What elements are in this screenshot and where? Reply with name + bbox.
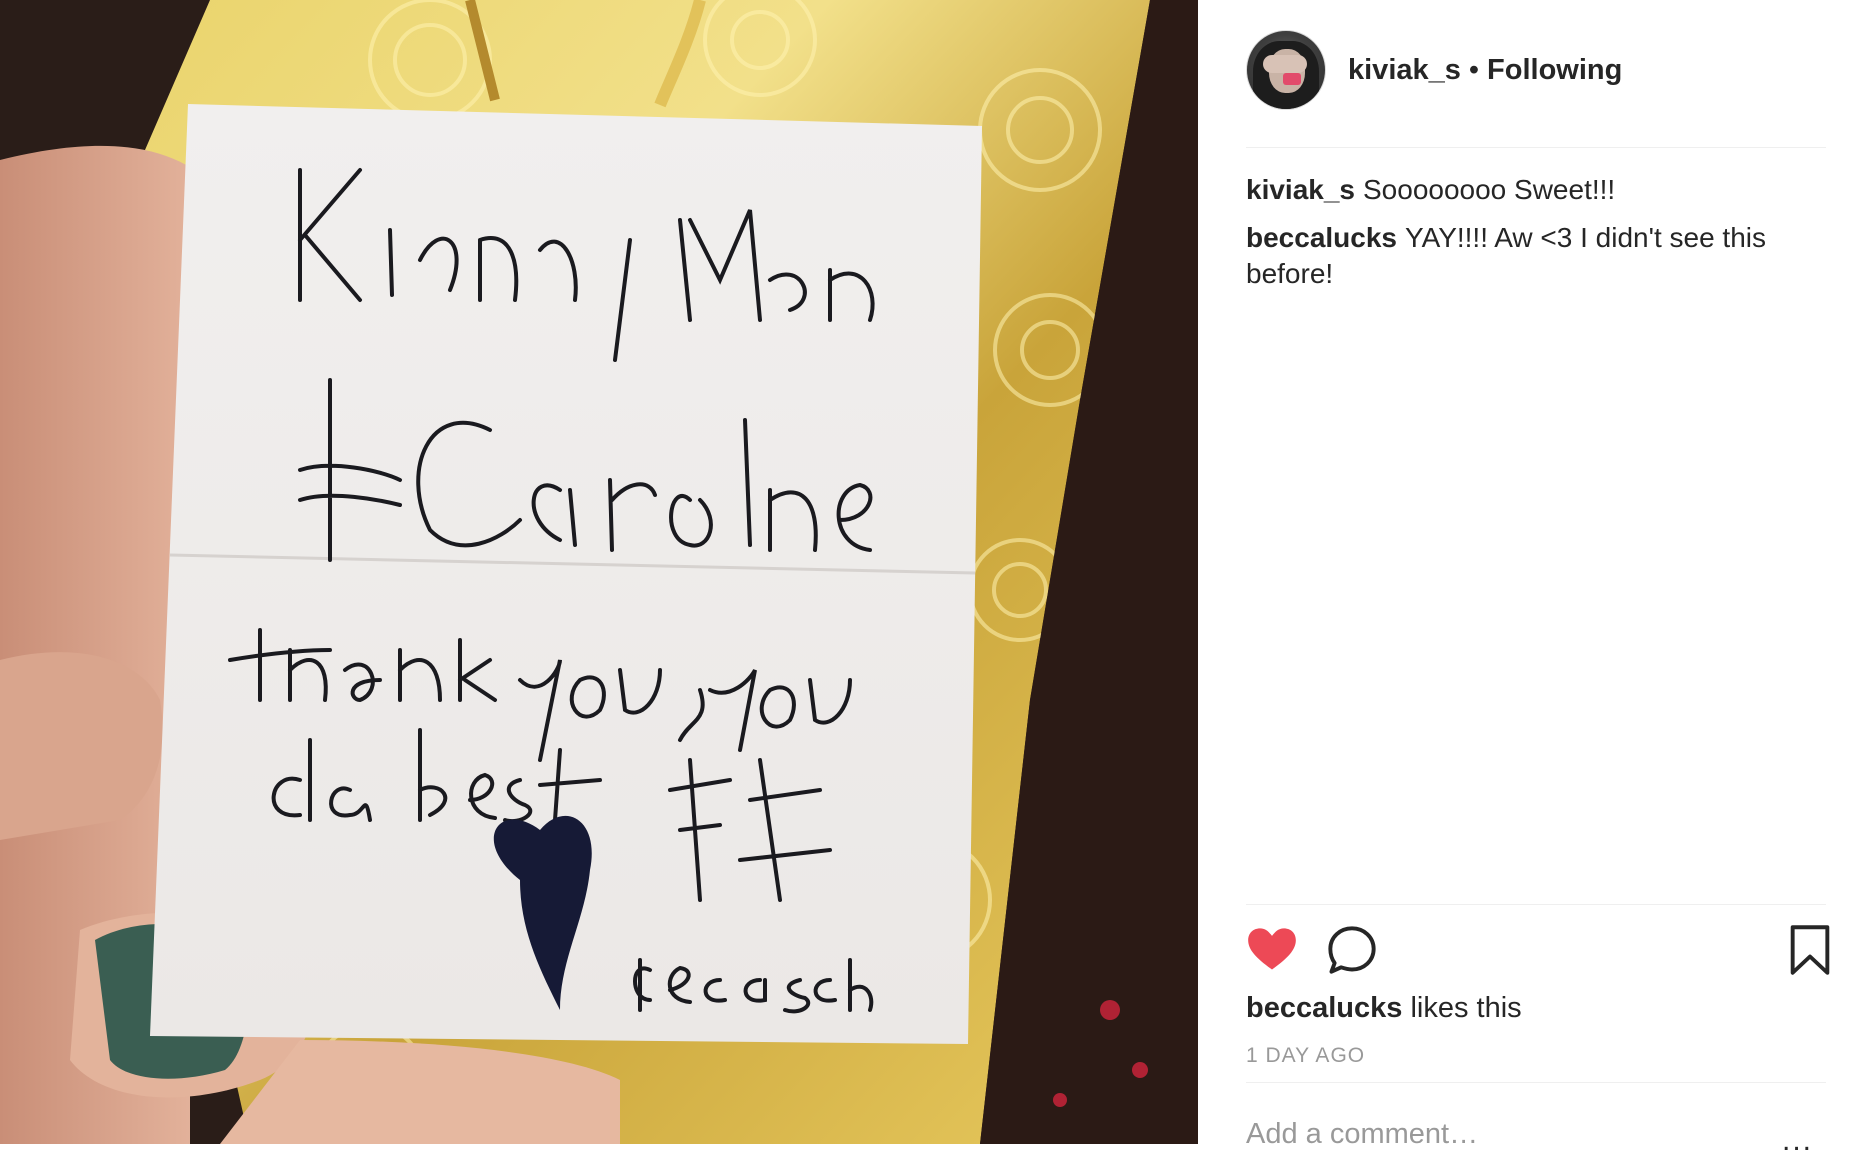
comment-bubble-icon[interactable]: [1326, 924, 1378, 976]
post-sidebar: kiviak_s • Following kiviak_s Soooooooo Swe…: [1198, 0, 1874, 1157]
comment-item: kiviak_s Soooooooo Sweet!!!: [1246, 172, 1826, 208]
heart-filled-icon[interactable]: [1246, 924, 1298, 976]
bookmark-icon[interactable]: [1784, 924, 1836, 976]
post-timestamp[interactable]: 1 DAY AGO: [1246, 1044, 1365, 1068]
more-options-icon[interactable]: ...: [1782, 1124, 1813, 1158]
likes-suffix: likes this: [1410, 992, 1522, 1024]
post-header: kiviak_s • Following: [1348, 52, 1622, 88]
header-divider: [1246, 147, 1826, 148]
comment-item: beccalucks YAY!!!! Aw <3 I didn't see thi…: [1246, 220, 1826, 292]
post-photo[interactable]: [0, 0, 1198, 1144]
following-button[interactable]: Following: [1487, 54, 1622, 86]
avatar[interactable]: [1246, 30, 1326, 110]
author-username[interactable]: kiviak_s: [1348, 54, 1461, 86]
actions-divider: [1246, 904, 1826, 905]
action-bar: [1246, 924, 1830, 976]
comment-author[interactable]: beccalucks: [1246, 222, 1397, 253]
liker-username[interactable]: beccalucks: [1246, 992, 1402, 1024]
separator-dot: •: [1468, 54, 1480, 86]
comment-text: Soooooooo Sweet!!!: [1363, 174, 1616, 205]
post-image: [0, 0, 1198, 1144]
comment-author[interactable]: kiviak_s: [1246, 174, 1355, 205]
comment-box-divider: [1246, 1082, 1826, 1083]
comments-list: kiviak_s Soooooooo Sweet!!! beccalucks YAY…: [1246, 172, 1826, 304]
likes-summary: beccalucks likes this: [1246, 990, 1522, 1026]
add-comment-input[interactable]: Add a comment…: [1246, 1118, 1746, 1151]
